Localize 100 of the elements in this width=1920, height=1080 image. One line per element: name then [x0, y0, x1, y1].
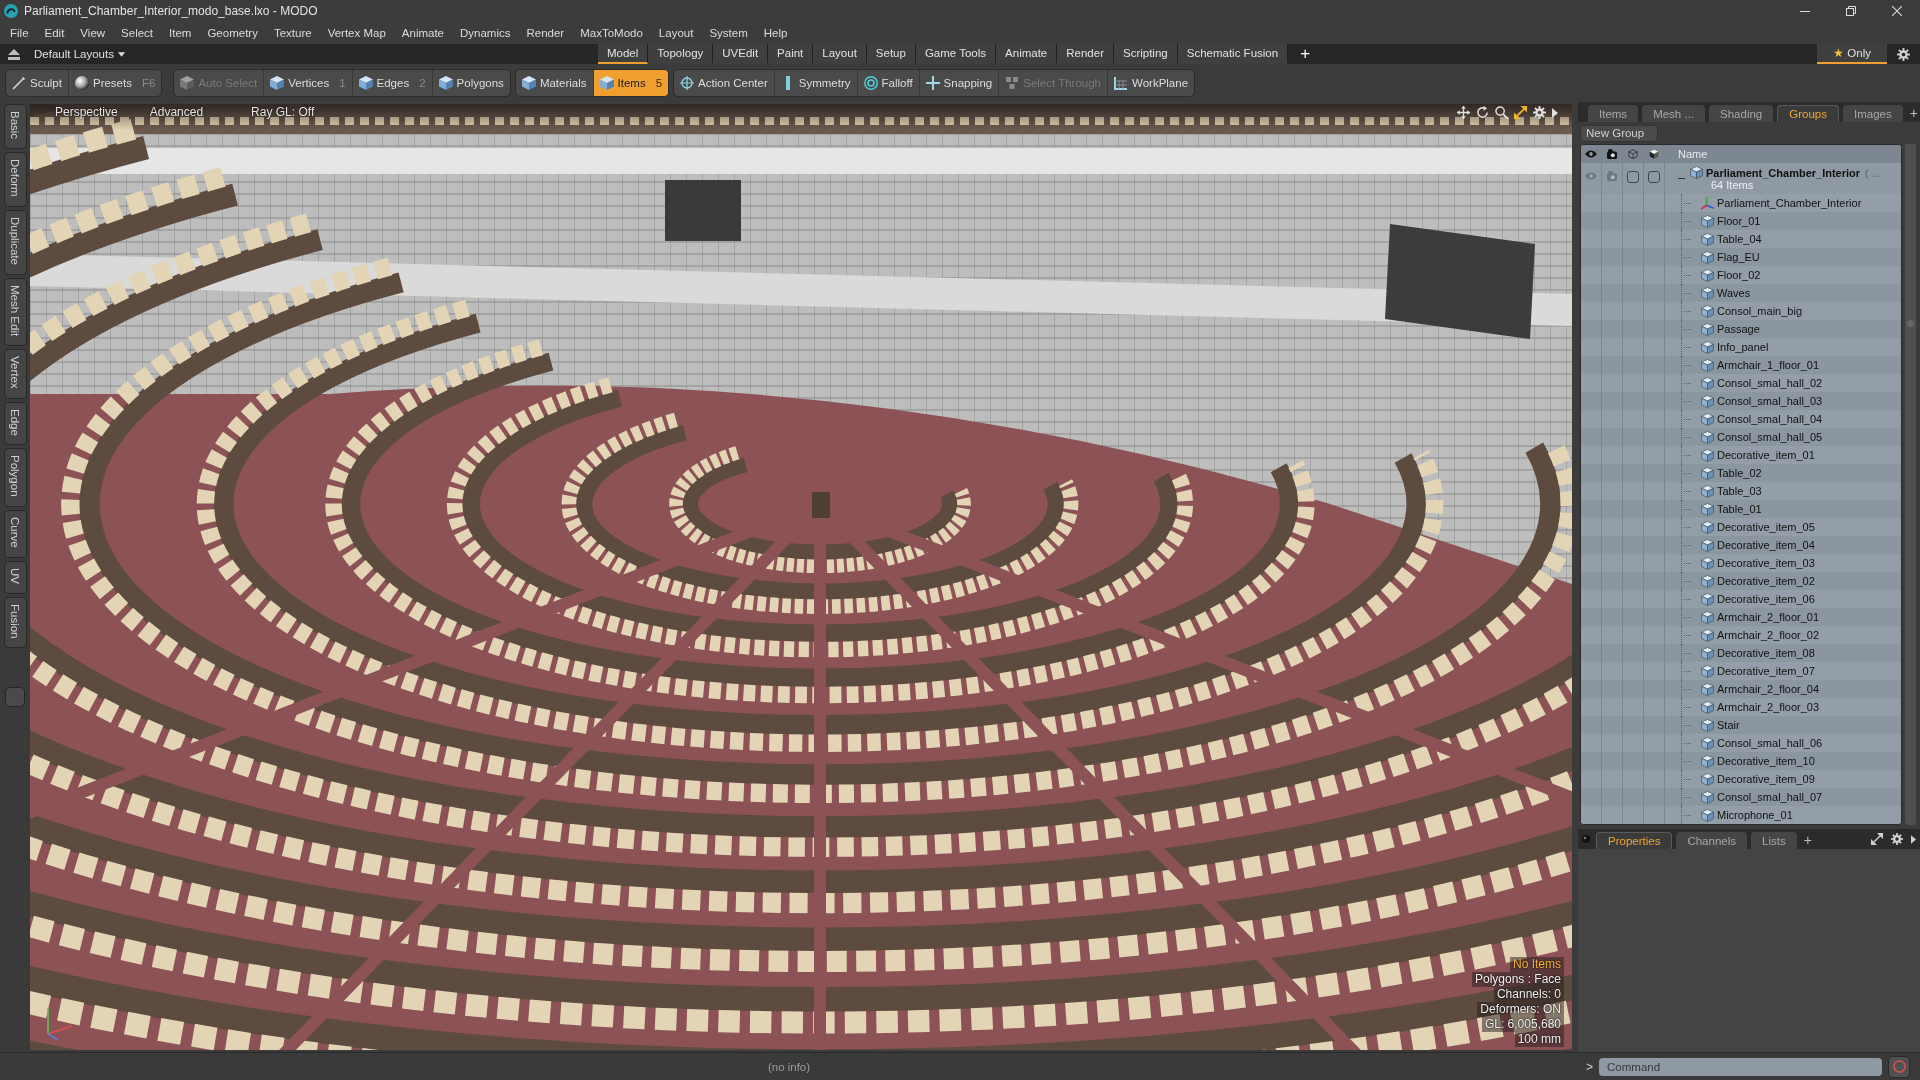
- tree-row[interactable]: Parliament_Chamber_Interior: [1581, 194, 1901, 212]
- add-layout-button[interactable]: +: [1288, 44, 1323, 64]
- tool-button[interactable]: Action Center: [674, 70, 774, 96]
- menu-item[interactable]: Vertex Map: [327, 27, 386, 39]
- menu-item[interactable]: Select: [121, 27, 154, 39]
- scrollbar[interactable]: [1905, 144, 1916, 825]
- panel-tab[interactable]: Groups: [1777, 105, 1839, 122]
- tree-row[interactable]: Armchair_2_floor_02: [1581, 626, 1901, 644]
- panel-tab[interactable]: Channels: [1676, 832, 1747, 849]
- layout-tab[interactable]: Paint: [768, 44, 814, 64]
- command-button[interactable]: [1888, 1055, 1910, 1078]
- tree-row[interactable]: Table_03: [1581, 482, 1901, 500]
- menu-item[interactable]: View: [80, 27, 106, 39]
- toolbox-tab[interactable]: Deform: [3, 152, 27, 207]
- layout-tab[interactable]: Scripting: [1113, 44, 1178, 64]
- select-lock-toggle-box[interactable]: [1648, 171, 1660, 183]
- tool-button[interactable]: WorkPlane: [1107, 70, 1195, 96]
- toolbox-tab[interactable]: Mesh Edit: [3, 277, 27, 346]
- tree-row[interactable]: Decorative_item_07: [1581, 662, 1901, 680]
- tool-button[interactable]: Vertices 1: [263, 70, 352, 96]
- layout-tab[interactable]: Layout: [813, 44, 867, 64]
- menu-item[interactable]: Layout: [658, 27, 694, 39]
- tool-button[interactable]: Edges 2: [351, 70, 432, 96]
- lock-toggle-box[interactable]: [1627, 171, 1639, 183]
- panel-tab[interactable]: Shading: [1709, 105, 1774, 122]
- tool-button[interactable]: Sculpt: [6, 70, 68, 96]
- panel-menu-icon[interactable]: [1582, 835, 1590, 843]
- toolbox-toggle-button[interactable]: [5, 687, 25, 708]
- tool-button[interactable]: Polygons: [431, 70, 510, 96]
- tool-button[interactable]: Items 5: [592, 70, 669, 96]
- expand-icon[interactable]: [1514, 106, 1527, 119]
- tree-row[interactable]: Decorative_item_09: [1581, 770, 1901, 788]
- tree-row[interactable]: Consol_smal_hall_02: [1581, 374, 1901, 392]
- menu-item[interactable]: Dynamics: [460, 27, 511, 39]
- eye-icon[interactable]: [1585, 149, 1597, 159]
- tree-row[interactable]: Decorative_item_03: [1581, 554, 1901, 572]
- layout-tab[interactable]: Model: [597, 44, 649, 64]
- layout-tab[interactable]: Schematic Fusion: [1177, 44, 1289, 64]
- menu-item[interactable]: Help: [763, 27, 788, 39]
- toolbox-tab[interactable]: Polygon: [3, 448, 27, 507]
- tree-row[interactable]: Info_panel: [1581, 338, 1901, 356]
- tree-row[interactable]: Decorative_item_05: [1581, 518, 1901, 536]
- menu-item[interactable]: Geometry: [207, 27, 258, 39]
- tool-button[interactable]: Materials: [515, 70, 593, 96]
- panel-tab[interactable]: Items: [1588, 105, 1639, 122]
- layout-tab[interactable]: Game Tools: [915, 44, 997, 64]
- tree-row[interactable]: Decorative_item_06: [1581, 590, 1901, 608]
- menu-item[interactable]: File: [10, 27, 29, 39]
- settings-icon[interactable]: [1533, 106, 1546, 119]
- move-icon[interactable]: [1457, 106, 1470, 119]
- command-field[interactable]: Command: [1599, 1057, 1882, 1076]
- tree-row[interactable]: Consol_smal_hall_04: [1581, 410, 1901, 428]
- tool-button[interactable]: Presets F6: [67, 70, 162, 96]
- cube-icon[interactable]: [1648, 149, 1660, 159]
- up-arrow-icon[interactable]: [8, 48, 20, 60]
- rotate-icon[interactable]: [1476, 106, 1489, 119]
- toolbox-tab[interactable]: Edge: [3, 401, 27, 446]
- caret-right-icon[interactable]: [1552, 107, 1558, 118]
- layout-tab[interactable]: Setup: [866, 44, 916, 64]
- layout-tab[interactable]: UVEdit: [713, 44, 769, 64]
- panel-tab[interactable]: Properties: [1596, 832, 1673, 849]
- only-filter-button[interactable]: ★ Only: [1817, 44, 1887, 64]
- tool-button[interactable]: Symmetry: [773, 70, 857, 96]
- expand-icon[interactable]: [1871, 833, 1883, 845]
- ray-gl-toggle[interactable]: Ray GL: Off: [251, 105, 315, 119]
- settings-icon[interactable]: [1897, 47, 1910, 61]
- panel-tab[interactable]: Mesh ...: [1642, 105, 1706, 122]
- panel-tab[interactable]: Lists: [1751, 832, 1797, 849]
- menu-item[interactable]: MaxToModo: [580, 27, 643, 39]
- layout-tab[interactable]: Animate: [996, 44, 1058, 64]
- menu-item[interactable]: Render: [526, 27, 565, 39]
- tree-row[interactable]: Decorative_item_01: [1581, 446, 1901, 464]
- toolbox-tab[interactable]: Fusion: [3, 596, 27, 649]
- menu-item[interactable]: System: [709, 27, 748, 39]
- tree-row[interactable]: Floor_02: [1581, 266, 1901, 284]
- layout-tab[interactable]: Render: [1057, 44, 1114, 64]
- menu-item[interactable]: Texture: [273, 27, 312, 39]
- tree-row[interactable]: Consol_main_big: [1581, 302, 1901, 320]
- tree-row[interactable]: Consol_smal_hall_06: [1581, 734, 1901, 752]
- toolbox-tab[interactable]: Curve: [3, 509, 27, 558]
- view-mode-menu[interactable]: Perspective: [55, 105, 118, 119]
- menu-item[interactable]: Animate: [401, 27, 444, 39]
- menu-item[interactable]: Item: [169, 27, 192, 39]
- zoom-icon[interactable]: [1495, 106, 1508, 119]
- camera-icon[interactable]: [1606, 149, 1618, 159]
- toolbox-tab[interactable]: UV: [3, 560, 27, 594]
- settings-icon[interactable]: [1891, 833, 1903, 845]
- toolbox-tab[interactable]: Duplicate: [3, 209, 27, 275]
- toolbox-tab[interactable]: Basic: [3, 104, 27, 150]
- add-tab-button[interactable]: +: [1906, 104, 1920, 122]
- tool-button[interactable]: Falloff: [856, 70, 919, 96]
- cube-outline-icon[interactable]: [1627, 149, 1639, 159]
- panel-tab[interactable]: Images: [1842, 105, 1903, 122]
- toolbox-tab[interactable]: Vertex: [3, 348, 27, 399]
- caret-right-icon[interactable]: [1911, 834, 1916, 844]
- tree-row[interactable]: Microphone_01: [1581, 806, 1901, 824]
- new-group-button[interactable]: New Group: [1580, 124, 1658, 142]
- layout-tab[interactable]: Topology: [648, 44, 714, 64]
- tree-row[interactable]: Table_04: [1581, 230, 1901, 248]
- menu-item[interactable]: Edit: [44, 27, 65, 39]
